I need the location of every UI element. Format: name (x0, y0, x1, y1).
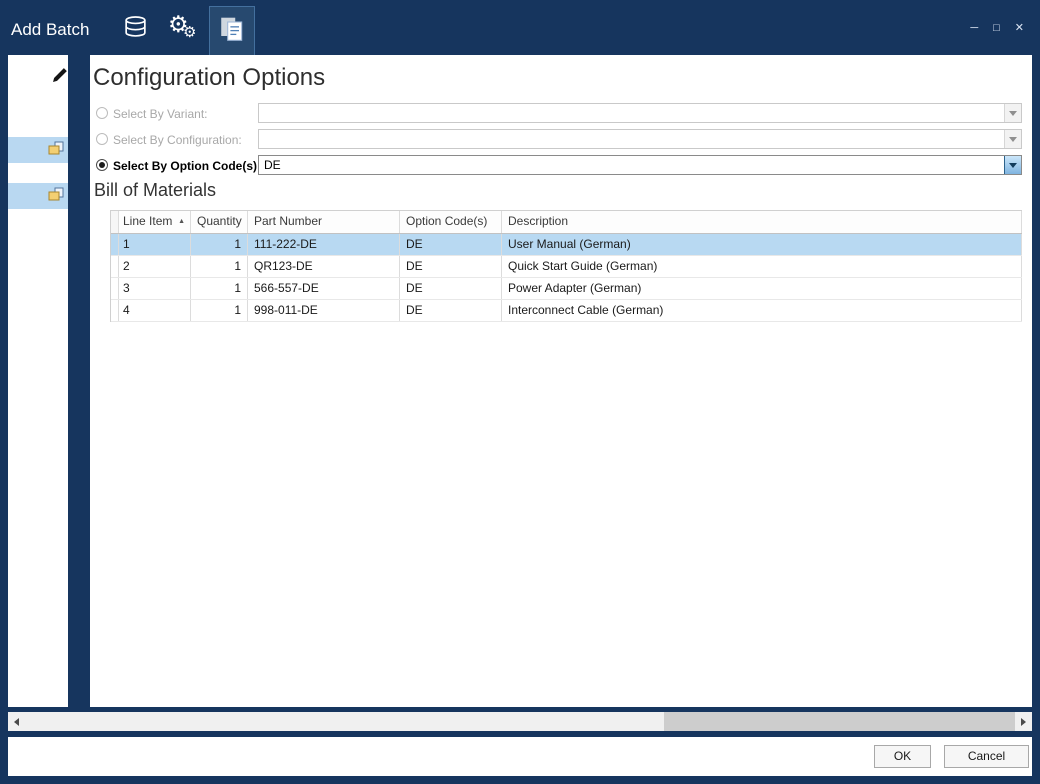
cell-part-number: QR123-DE (248, 256, 400, 277)
copy-pages-icon (218, 15, 246, 48)
section-title-bom: Bill of Materials (94, 180, 216, 201)
batch-list-item[interactable] (8, 183, 68, 209)
gears-toolbar-button[interactable]: ⚙⚙ (162, 6, 208, 54)
radio-label: Select By Variant: (113, 107, 208, 121)
column-header-option-codes[interactable]: Option Code(s) (400, 211, 502, 233)
cell-part-number: 566-557-DE (248, 278, 400, 299)
minimize-button[interactable]: ─ (970, 23, 978, 34)
scroll-right-icon (1021, 718, 1026, 726)
ok-button[interactable]: OK (874, 745, 931, 768)
cell-description: User Manual (German) (502, 234, 1022, 255)
scroll-left-icon (14, 718, 19, 726)
column-header-quantity[interactable]: Quantity (191, 211, 248, 233)
scroll-right-button[interactable] (1015, 712, 1032, 731)
row-indicator (111, 278, 119, 299)
close-button[interactable]: ✕ (1015, 23, 1024, 34)
cell-part-number: 998-011-DE (248, 300, 400, 321)
copy-pages-toolbar-button[interactable] (209, 6, 255, 55)
configuration-panel: Configuration Options Select By Variant:… (90, 55, 1032, 707)
row-indicator (111, 300, 119, 321)
chevron-down-icon (1009, 137, 1017, 142)
gears-icon: ⚙⚙ (170, 15, 200, 45)
database-icon (122, 14, 149, 46)
window-controls: ─ □ ✕ (970, 23, 1024, 34)
cell-line-item: 2 (119, 256, 191, 277)
row-indicator-header (111, 211, 119, 233)
option-row-option-codes: Select By Option Code(s): DE (96, 155, 1024, 177)
configuration-combobox[interactable] (258, 129, 1022, 149)
cell-description: Power Adapter (German) (502, 278, 1022, 299)
titlebar: Add Batch ⚙⚙ (0, 0, 1040, 55)
cell-quantity: 1 (191, 234, 248, 255)
cancel-button[interactable]: Cancel (944, 745, 1029, 768)
batch-list-item[interactable] (8, 137, 68, 163)
sort-ascending-icon: ▲ (178, 218, 185, 225)
cell-option-codes: DE (400, 278, 502, 299)
variant-combobox[interactable] (258, 103, 1022, 123)
option-row-configuration: Select By Configuration: (96, 129, 1024, 151)
cell-line-item: 3 (119, 278, 191, 299)
cell-description: Quick Start Guide (German) (502, 256, 1022, 277)
table-row[interactable]: 3 1 566-557-DE DE Power Adapter (German) (111, 278, 1022, 300)
radio-select-by-variant[interactable] (96, 107, 108, 119)
cell-option-codes: DE (400, 256, 502, 277)
chevron-down-icon (1009, 163, 1017, 168)
table-row[interactable]: 2 1 QR123-DE DE Quick Start Guide (Germa… (111, 256, 1022, 278)
radio-label: Select By Configuration: (113, 133, 242, 147)
dropdown-button[interactable] (1004, 104, 1021, 122)
page-title: Configuration Options (93, 64, 325, 92)
window-title: Add Batch (11, 20, 89, 40)
horizontal-scrollbar[interactable] (8, 712, 1032, 731)
scroll-left-button[interactable] (8, 712, 25, 731)
batch-icon (47, 139, 65, 162)
batch-icon (47, 185, 65, 208)
combobox-value: DE (264, 158, 281, 172)
row-indicator (111, 234, 119, 255)
cell-option-codes: DE (400, 300, 502, 321)
dialog-footer: OK Cancel (8, 737, 1032, 776)
chevron-down-icon (1009, 111, 1017, 116)
cell-line-item: 4 (119, 300, 191, 321)
maximize-button[interactable]: □ (993, 23, 1000, 34)
cell-quantity: 1 (191, 300, 248, 321)
column-header-line-item[interactable]: Line Item ▲ (119, 211, 191, 233)
batch-list-panel (8, 55, 68, 707)
radio-select-by-option-codes[interactable] (96, 159, 108, 171)
option-row-variant: Select By Variant: (96, 103, 1024, 125)
column-header-part-number[interactable]: Part Number (248, 211, 400, 233)
radio-label: Select By Option Code(s): (113, 159, 261, 173)
cell-quantity: 1 (191, 278, 248, 299)
dropdown-button[interactable] (1004, 130, 1021, 148)
cell-line-item: 1 (119, 234, 191, 255)
add-batch-dialog: Add Batch ⚙⚙ (0, 0, 1040, 784)
dropdown-button[interactable] (1004, 156, 1021, 174)
bom-table: Line Item ▲ Quantity Part Number Option … (110, 210, 1022, 322)
cell-quantity: 1 (191, 256, 248, 277)
option-codes-combobox[interactable]: DE (258, 155, 1022, 175)
edit-pencil-icon (50, 66, 69, 90)
cell-description: Interconnect Cable (German) (502, 300, 1022, 321)
database-toolbar-button[interactable] (112, 6, 158, 54)
table-row[interactable]: 4 1 998-011-DE DE Interconnect Cable (Ge… (111, 300, 1022, 322)
radio-select-by-configuration[interactable] (96, 133, 108, 145)
column-header-description[interactable]: Description (502, 211, 1022, 233)
cell-part-number: 111-222-DE (248, 234, 400, 255)
cell-option-codes: DE (400, 234, 502, 255)
table-header-row: Line Item ▲ Quantity Part Number Option … (111, 211, 1022, 234)
table-row[interactable]: 1 1 111-222-DE DE User Manual (German) (111, 234, 1022, 256)
row-indicator (111, 256, 119, 277)
scrollbar-thumb[interactable] (664, 712, 1015, 731)
